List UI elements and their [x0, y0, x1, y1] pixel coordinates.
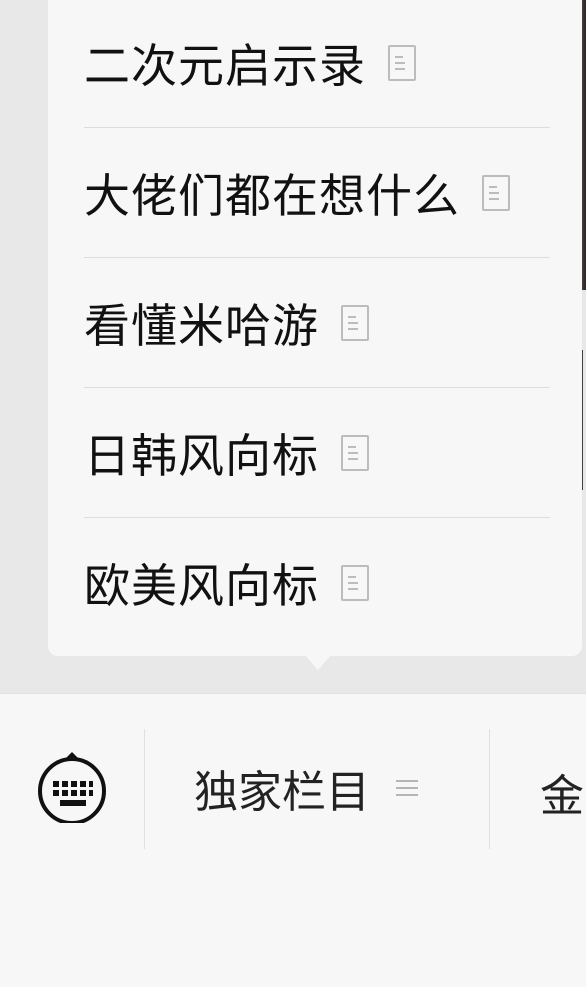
separator [144, 729, 145, 849]
menu-item-label: 二次元启示录 [84, 39, 366, 93]
menu-item-3[interactable]: 看懂米哈游 [84, 258, 550, 388]
document-icon [341, 565, 369, 601]
tab-exclusive-columns[interactable]: 独家栏目 [194, 760, 418, 818]
keyboard-toggle-button[interactable] [36, 751, 108, 823]
menu-item-4[interactable]: 日韩风向标 [84, 388, 550, 518]
menu-item-label: 大佬们都在想什么 [84, 169, 460, 223]
menu-item-5[interactable]: 欧美风向标 [84, 518, 550, 648]
menu-item-label: 欧美风向标 [84, 559, 319, 613]
popup-arrow [304, 654, 332, 670]
menu-item-1[interactable]: 二次元启示录 [84, 0, 550, 128]
document-icon [482, 175, 510, 211]
document-icon [388, 45, 416, 81]
tab-partial[interactable]: 金 [540, 760, 584, 824]
menu-item-label: 日韩风向标 [84, 429, 319, 483]
menu-lines-icon [396, 777, 418, 799]
tab-label: 独家栏目 [194, 767, 370, 818]
submenu-popup: 二次元启示录 大佬们都在想什么 看懂米哈游 日韩风向标 欧美风向标 [48, 0, 582, 656]
document-icon [341, 435, 369, 471]
keyboard-toggle-icon [38, 752, 106, 823]
screen: 二次元启示录 大佬们都在想什么 看懂米哈游 日韩风向标 欧美风向标 独家栏目 金 [0, 0, 586, 987]
menu-item-label: 看懂米哈游 [84, 299, 319, 353]
menu-item-2[interactable]: 大佬们都在想什么 [84, 128, 550, 258]
separator [489, 729, 490, 849]
bottom-menu-bar: 独家栏目 金 [0, 693, 586, 987]
document-icon [341, 305, 369, 341]
